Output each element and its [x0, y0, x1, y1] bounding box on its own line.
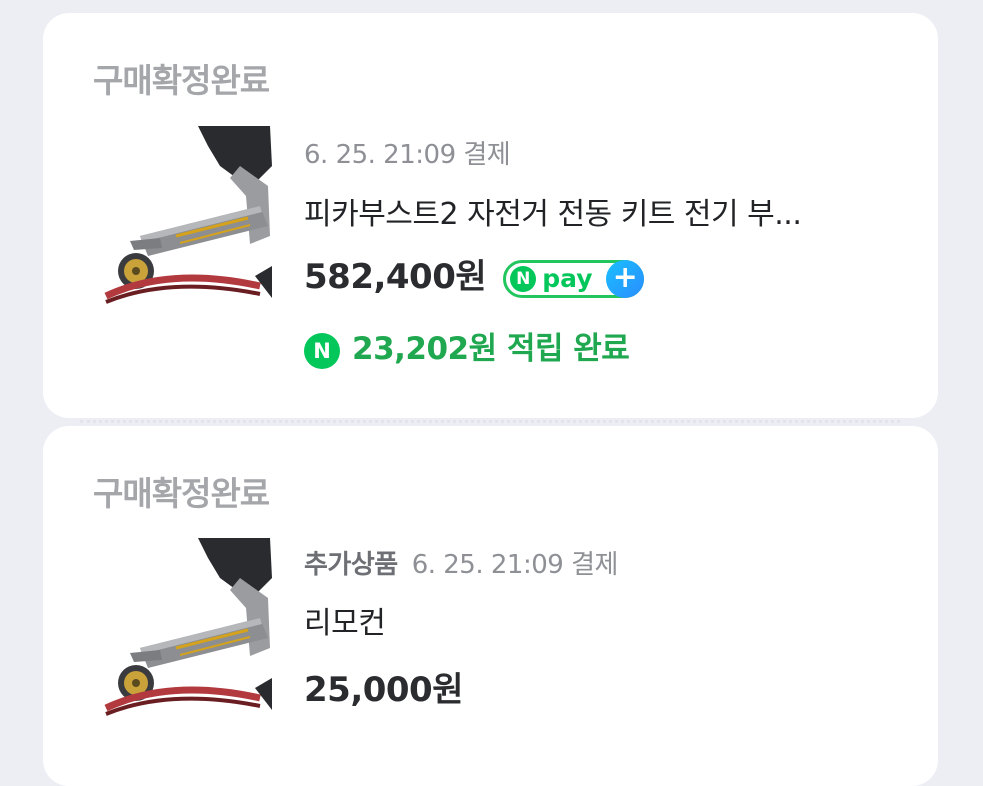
card-divider — [80, 420, 900, 423]
order-date: 6. 25. 21:09 결제 — [304, 140, 511, 170]
npay-n-icon: N — [510, 265, 537, 292]
product-price: 25,000원 — [304, 670, 463, 710]
npay-badge-icon: N pay + — [503, 259, 645, 298]
naver-point-icon: N — [304, 332, 340, 369]
order-status: 구매확정완료 — [93, 61, 270, 100]
npay-label: pay — [542, 263, 593, 293]
order-info: 6. 25. 21:09 결제 — [304, 134, 511, 171]
order-status: 구매확정완료 — [93, 474, 270, 513]
order-date-line: 추가상품 6. 25. 21:09 결제 — [304, 544, 618, 581]
order-card-1[interactable]: 구매확정완료 6. 25. 21:09 결제 피카부스트2 자전거 전동 키트 … — [43, 13, 938, 418]
reward-text: 23,202원 적립 완료 — [352, 331, 630, 367]
product-title[interactable]: 피카부스트2 자전거 전동 키트 전기 부... — [304, 189, 802, 233]
product-thumbnail-remote[interactable] — [100, 538, 274, 718]
product-title[interactable]: 리모컨 — [304, 598, 386, 642]
npay-plus-icon: + — [606, 259, 645, 298]
addon-tag: 추가상품 — [304, 550, 398, 580]
order-card-2[interactable]: 구매확정완료 추가상품 6. 25. 21:09 결제 리모컨 25,000원 — [43, 426, 938, 786]
product-thumbnail-ebike-kit[interactable] — [100, 126, 274, 306]
product-price: 582,400원 — [304, 257, 487, 297]
order-date: 6. 25. 21:09 결제 — [411, 550, 619, 580]
